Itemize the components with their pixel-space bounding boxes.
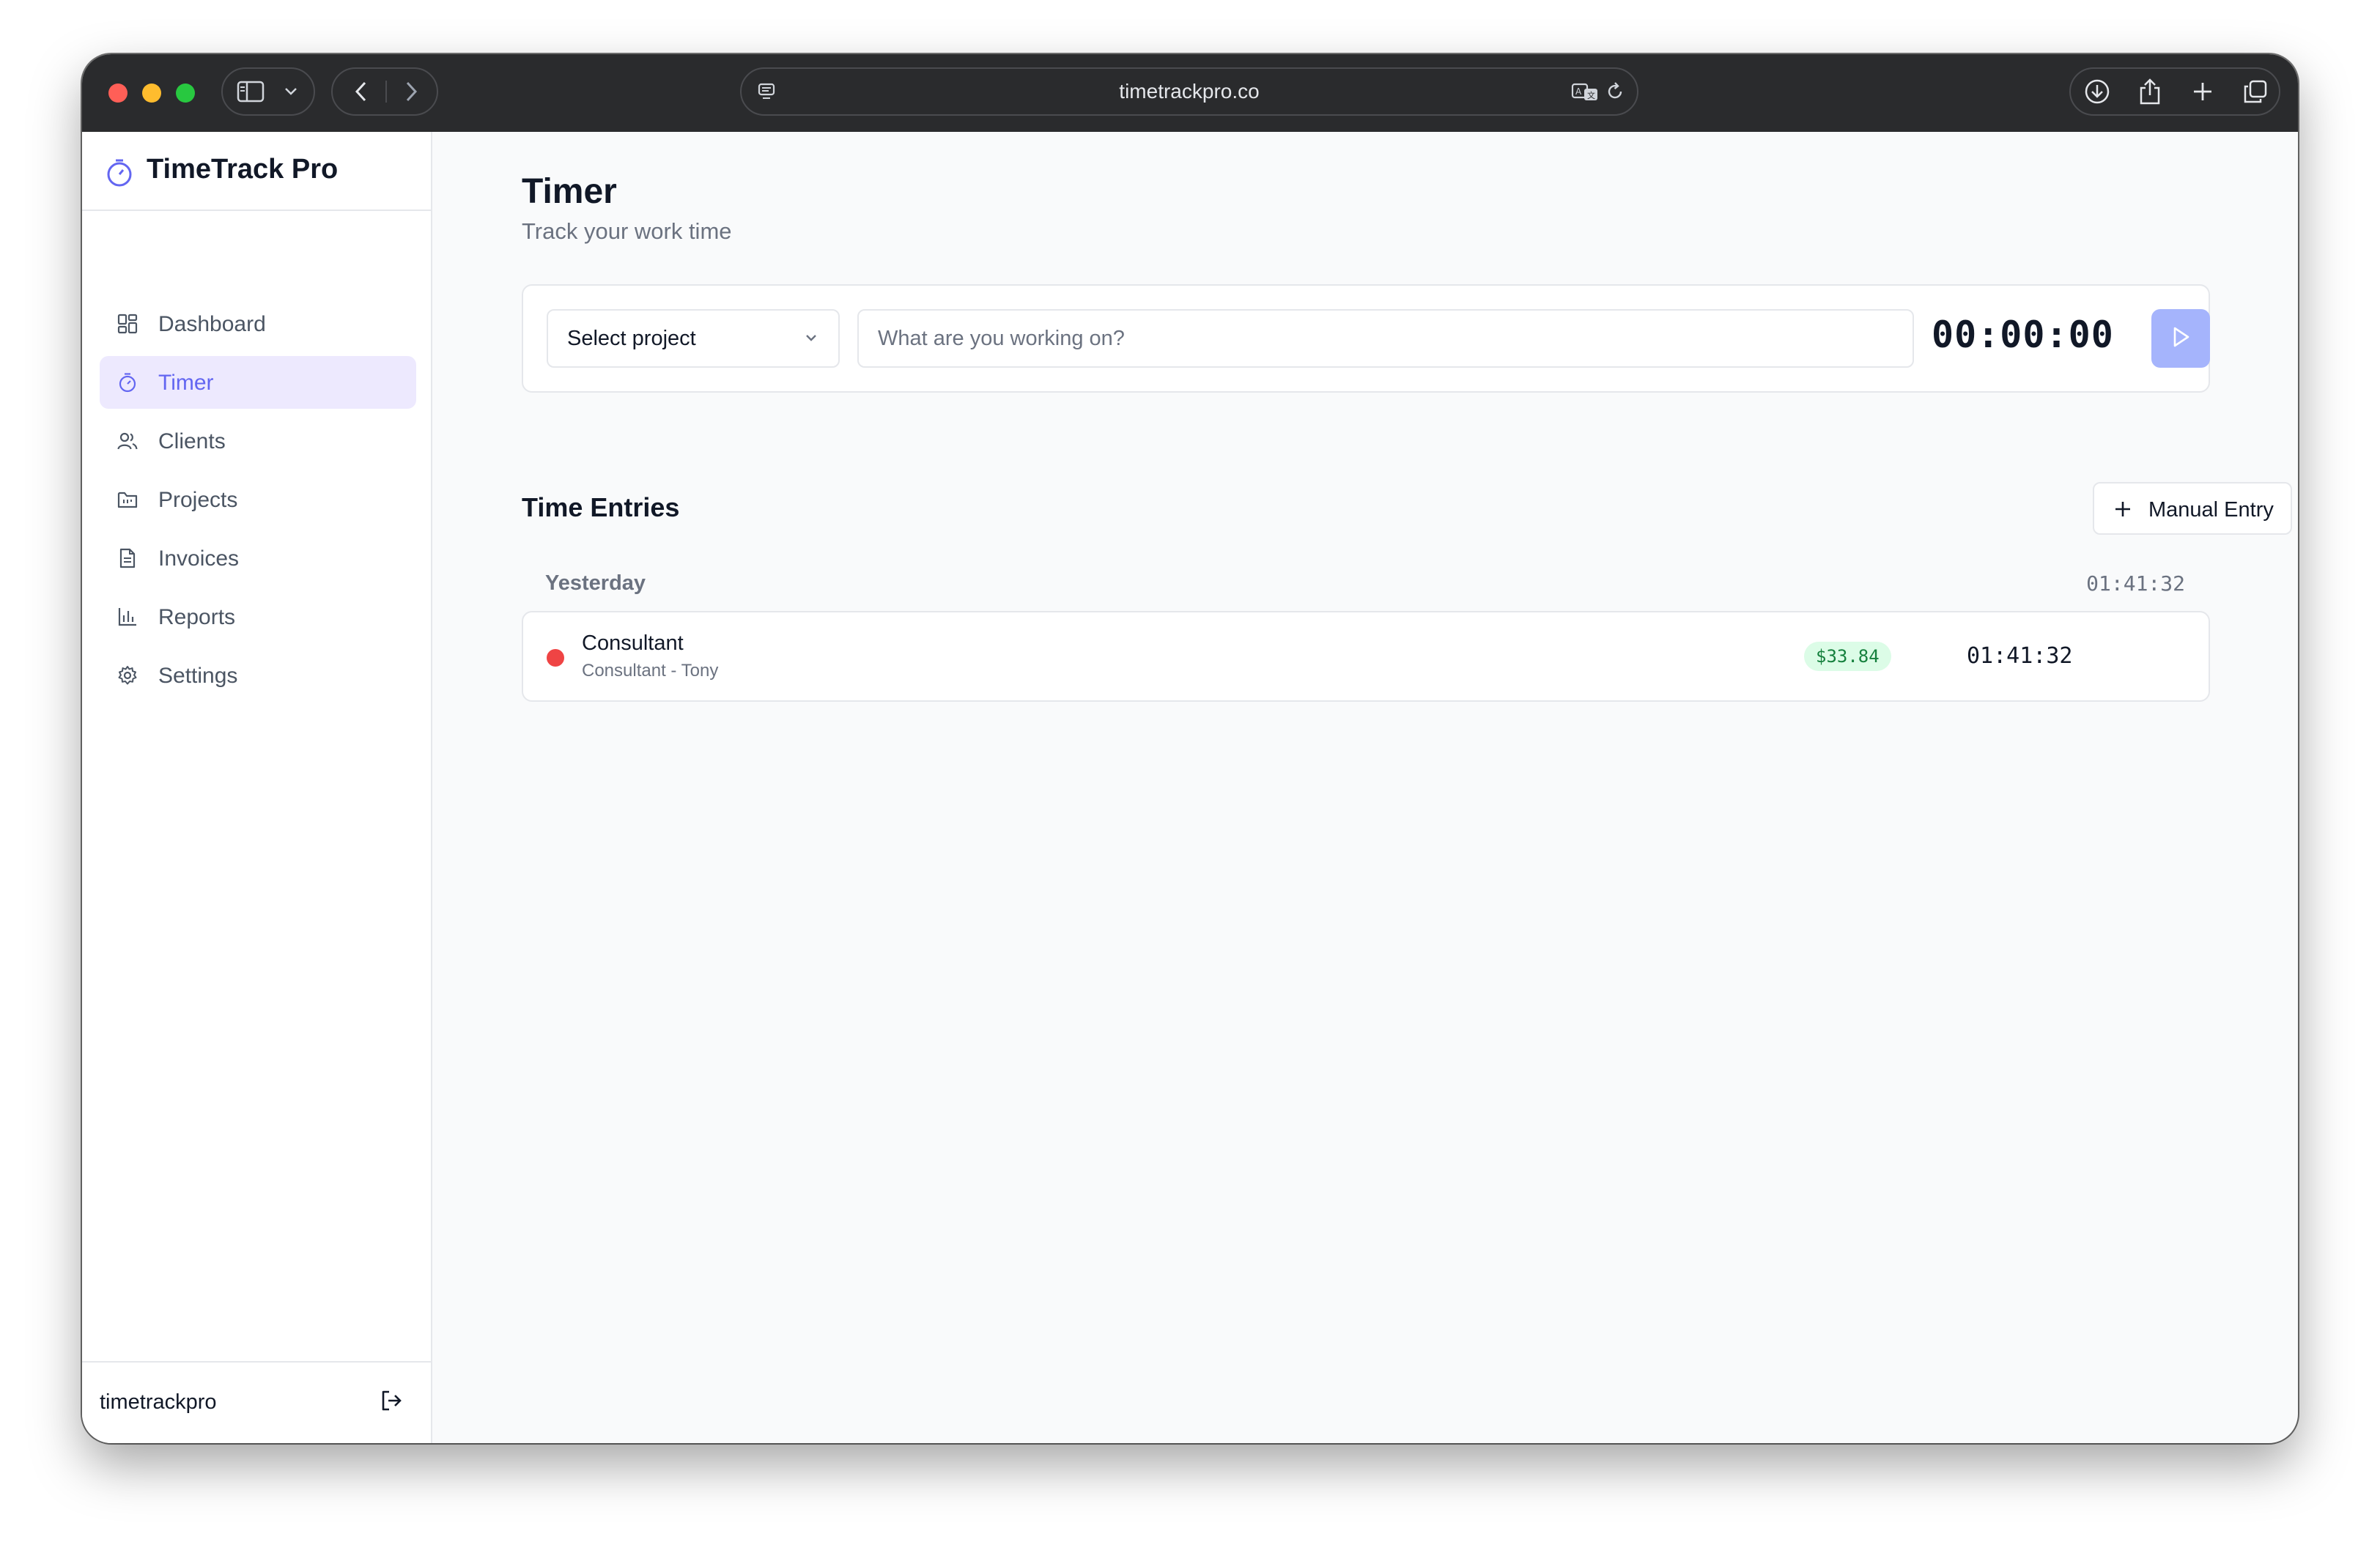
- page-subtitle: Track your work time: [522, 218, 732, 244]
- chevron-down-icon: [803, 330, 819, 349]
- entry-duration: 01:41:32: [1967, 643, 2073, 669]
- sidebar-footer: timetrackpro: [82, 1361, 431, 1443]
- reload-icon[interactable]: [1602, 69, 1628, 114]
- back-icon[interactable]: [346, 69, 375, 114]
- brand-name: TimeTrack Pro: [147, 154, 339, 185]
- time-entry-row[interactable]: Consultant Consultant - Tony $33.84 01:4…: [522, 611, 2210, 702]
- main-content: Timer Track your work time Select projec…: [432, 132, 2298, 1443]
- forward-icon[interactable]: [397, 69, 426, 114]
- task-description-input[interactable]: [857, 309, 1914, 368]
- chevron-down-icon[interactable]: [278, 69, 303, 114]
- folder-icon: [117, 489, 138, 510]
- sidebar-item-label: Projects: [158, 488, 238, 512]
- sidebar-item-invoices[interactable]: Invoices: [100, 532, 416, 585]
- username: timetrackpro: [100, 1390, 217, 1414]
- document-icon: [117, 548, 138, 568]
- minimize-window-button[interactable]: [142, 84, 161, 103]
- browser-toolbar: timetrackpro.co A文: [82, 54, 2298, 132]
- play-icon: [2170, 325, 2192, 352]
- entry-group-total: 01:41:32: [2086, 571, 2185, 596]
- sidebar-item-timer[interactable]: Timer: [100, 356, 416, 409]
- sidebar-item-reports[interactable]: Reports: [100, 590, 416, 643]
- sidebar-item-projects[interactable]: Projects: [100, 473, 416, 526]
- browser-actions-group: [2069, 67, 2280, 116]
- navigation-group: [331, 67, 438, 116]
- sidebar-item-dashboard[interactable]: Dashboard: [100, 297, 416, 350]
- downloads-icon[interactable]: [2081, 69, 2113, 114]
- address-bar[interactable]: timetrackpro.co A文: [740, 67, 1638, 116]
- plus-icon: [2113, 500, 2132, 522]
- browser-window: timetrackpro.co A文 TimeTrack Pro Dashboa…: [82, 54, 2298, 1443]
- sidebar-nav: Dashboard Timer Clients Projects Invoice…: [100, 297, 416, 708]
- logout-icon[interactable]: [380, 1389, 403, 1416]
- brand-header: TimeTrack Pro: [82, 132, 431, 211]
- sidebar-toggle-icon[interactable]: [234, 69, 267, 114]
- sidebar-item-label: Invoices: [158, 546, 240, 571]
- sidebar: TimeTrack Pro Dashboard Timer Clients Pr…: [82, 132, 432, 1443]
- entry-group-label: Yesterday: [545, 571, 646, 595]
- entry-subtitle: Consultant - Tony: [582, 661, 719, 681]
- project-select-label: Select project: [567, 327, 696, 350]
- page-title: Timer: [522, 172, 617, 211]
- sidebar-item-label: Settings: [158, 664, 238, 688]
- start-timer-button[interactable]: [2151, 309, 2210, 368]
- tab-overview-icon[interactable]: [2239, 69, 2272, 114]
- translate-icon[interactable]: A文: [1570, 69, 1602, 114]
- sidebar-item-label: Timer: [158, 371, 214, 395]
- bar-chart-icon: [117, 607, 138, 627]
- stopwatch-logo-icon: [106, 158, 133, 191]
- gear-icon: [117, 665, 138, 686]
- dashboard-icon: [117, 314, 138, 334]
- timer-card: Select project 00:00:00: [522, 284, 2210, 393]
- project-color-dot: [547, 649, 564, 667]
- sidebar-item-label: Dashboard: [158, 312, 266, 336]
- svg-text:文: 文: [1587, 90, 1595, 100]
- sidebar-toggle-group: [221, 67, 315, 116]
- url-text: timetrackpro.co: [1119, 80, 1260, 103]
- new-tab-icon[interactable]: [2187, 69, 2219, 114]
- sidebar-item-label: Clients: [158, 429, 226, 453]
- sidebar-item-label: Reports: [158, 605, 236, 629]
- maximize-window-button[interactable]: [176, 84, 195, 103]
- entry-title: Consultant: [582, 631, 684, 655]
- timer-display: 00:00:00: [1932, 314, 2114, 356]
- timer-icon: [117, 372, 138, 393]
- close-window-button[interactable]: [108, 84, 128, 103]
- svg-text:A: A: [1575, 86, 1582, 97]
- sidebar-item-settings[interactable]: Settings: [100, 649, 416, 702]
- sidebar-item-clients[interactable]: Clients: [100, 415, 416, 467]
- manual-entry-button[interactable]: Manual Entry: [2093, 482, 2292, 535]
- time-entries-title: Time Entries: [522, 492, 680, 522]
- users-icon: [117, 431, 138, 451]
- share-icon[interactable]: [2134, 69, 2166, 114]
- manual-entry-label: Manual Entry: [2148, 498, 2274, 522]
- entry-amount-badge: $33.84: [1804, 642, 1891, 671]
- project-select[interactable]: Select project: [547, 309, 840, 368]
